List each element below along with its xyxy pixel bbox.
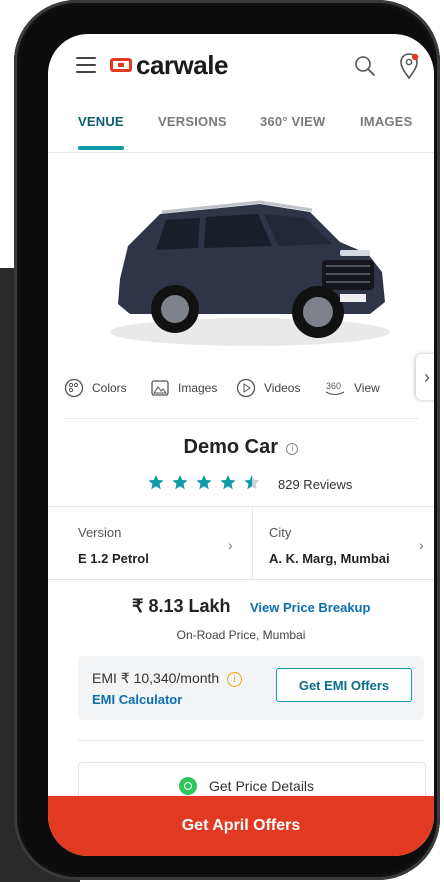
search-icon[interactable] bbox=[354, 55, 376, 77]
logo-mark-icon bbox=[110, 58, 132, 72]
star-rating bbox=[148, 475, 260, 490]
whatsapp-icon bbox=[179, 777, 197, 795]
hamburger-menu-icon[interactable] bbox=[76, 57, 96, 73]
on-road-price: ₹ 8.13 Lakh bbox=[132, 596, 231, 616]
media-images-link[interactable]: Images bbox=[150, 378, 217, 398]
version-value: E 1.2 Petrol bbox=[78, 551, 149, 566]
price-details-content: Get Price Details bbox=[179, 777, 314, 795]
get-emi-offers-button[interactable]: Get EMI Offers bbox=[276, 668, 412, 702]
tab-bar: VENUE VERSIONS 360° VIEW IMAGES bbox=[48, 108, 434, 153]
city-label: City bbox=[269, 525, 292, 540]
view-price-breakup-link[interactable]: View Price Breakup bbox=[250, 600, 370, 615]
rating-row: 829 Reviews bbox=[48, 474, 434, 496]
media-videos-link[interactable]: Videos bbox=[236, 378, 300, 398]
chevron-right-icon: › bbox=[228, 537, 233, 553]
car-image bbox=[110, 200, 390, 346]
tab-images[interactable]: IMAGES bbox=[360, 114, 412, 129]
info-icon[interactable]: i bbox=[227, 671, 243, 687]
360-icon: 360 bbox=[325, 381, 345, 396]
play-icon bbox=[236, 378, 256, 398]
version-city-row: Version E 1.2 Petrol › City A. K. Marg, … bbox=[48, 506, 434, 580]
reviews-count[interactable]: 829 Reviews bbox=[278, 477, 352, 492]
car-title: Demo Car i bbox=[48, 436, 434, 459]
version-label: Version bbox=[78, 525, 122, 540]
price-row: ₹ 8.13 Lakh View Price Breakup bbox=[48, 596, 434, 624]
media-360-view-link[interactable]: 360 View bbox=[324, 378, 380, 398]
tab-versions[interactable]: VERSIONS bbox=[158, 114, 227, 129]
price-subtitle: On-Road Price, Mumbai bbox=[176, 628, 306, 642]
palette-icon bbox=[64, 378, 84, 398]
app-header: carwale bbox=[48, 34, 434, 98]
tab-venue[interactable]: VENUE bbox=[78, 114, 124, 129]
media-colors-label: Colors bbox=[92, 381, 127, 395]
svg-text:360: 360 bbox=[326, 381, 341, 391]
city-value: A. K. Marg, Mumbai bbox=[269, 551, 390, 566]
divider bbox=[78, 740, 424, 741]
chevron-right-icon: › bbox=[419, 537, 424, 553]
active-tab-indicator bbox=[78, 146, 124, 150]
car-name: Demo Car bbox=[183, 436, 279, 458]
media-images-label: Images bbox=[178, 381, 218, 395]
emi-box: EMI ₹ 10,340/month i EMI Calculator Get … bbox=[78, 656, 424, 720]
media-colors-link[interactable]: Colors bbox=[64, 378, 127, 398]
price-details-label: Get Price Details bbox=[209, 778, 315, 794]
get-april-offers-button[interactable]: Get April Offers bbox=[48, 796, 434, 856]
media-links-row: Colors Images Videos 360 View bbox=[48, 378, 434, 408]
version-selector[interactable]: Version E 1.2 Petrol › bbox=[48, 507, 241, 579]
info-icon[interactable]: i bbox=[286, 442, 299, 455]
image-icon bbox=[151, 380, 169, 396]
divider bbox=[64, 418, 418, 419]
city-selector[interactable]: City A. K. Marg, Mumbai › bbox=[253, 507, 434, 579]
emi-text-wrap: EMI ₹ 10,340/month i bbox=[92, 670, 243, 687]
logo-text: carwale bbox=[136, 49, 228, 80]
location-pin-icon[interactable] bbox=[398, 52, 420, 80]
emi-amount: EMI ₹ 10,340/month bbox=[92, 670, 220, 686]
carwale-logo[interactable]: carwale bbox=[110, 49, 228, 80]
emi-calculator-link[interactable]: EMI Calculator bbox=[92, 692, 182, 707]
media-videos-label: Videos bbox=[264, 381, 301, 395]
phone-frame: carwale VENUE VERSIONS 360° VIEW IMAGES bbox=[14, 0, 440, 880]
tab-360-view[interactable]: 360° VIEW bbox=[260, 114, 326, 129]
car-image-gallery[interactable]: › bbox=[48, 154, 434, 400]
media-360-view-label: View bbox=[354, 381, 380, 395]
phone-screen: carwale VENUE VERSIONS 360° VIEW IMAGES bbox=[48, 34, 434, 856]
